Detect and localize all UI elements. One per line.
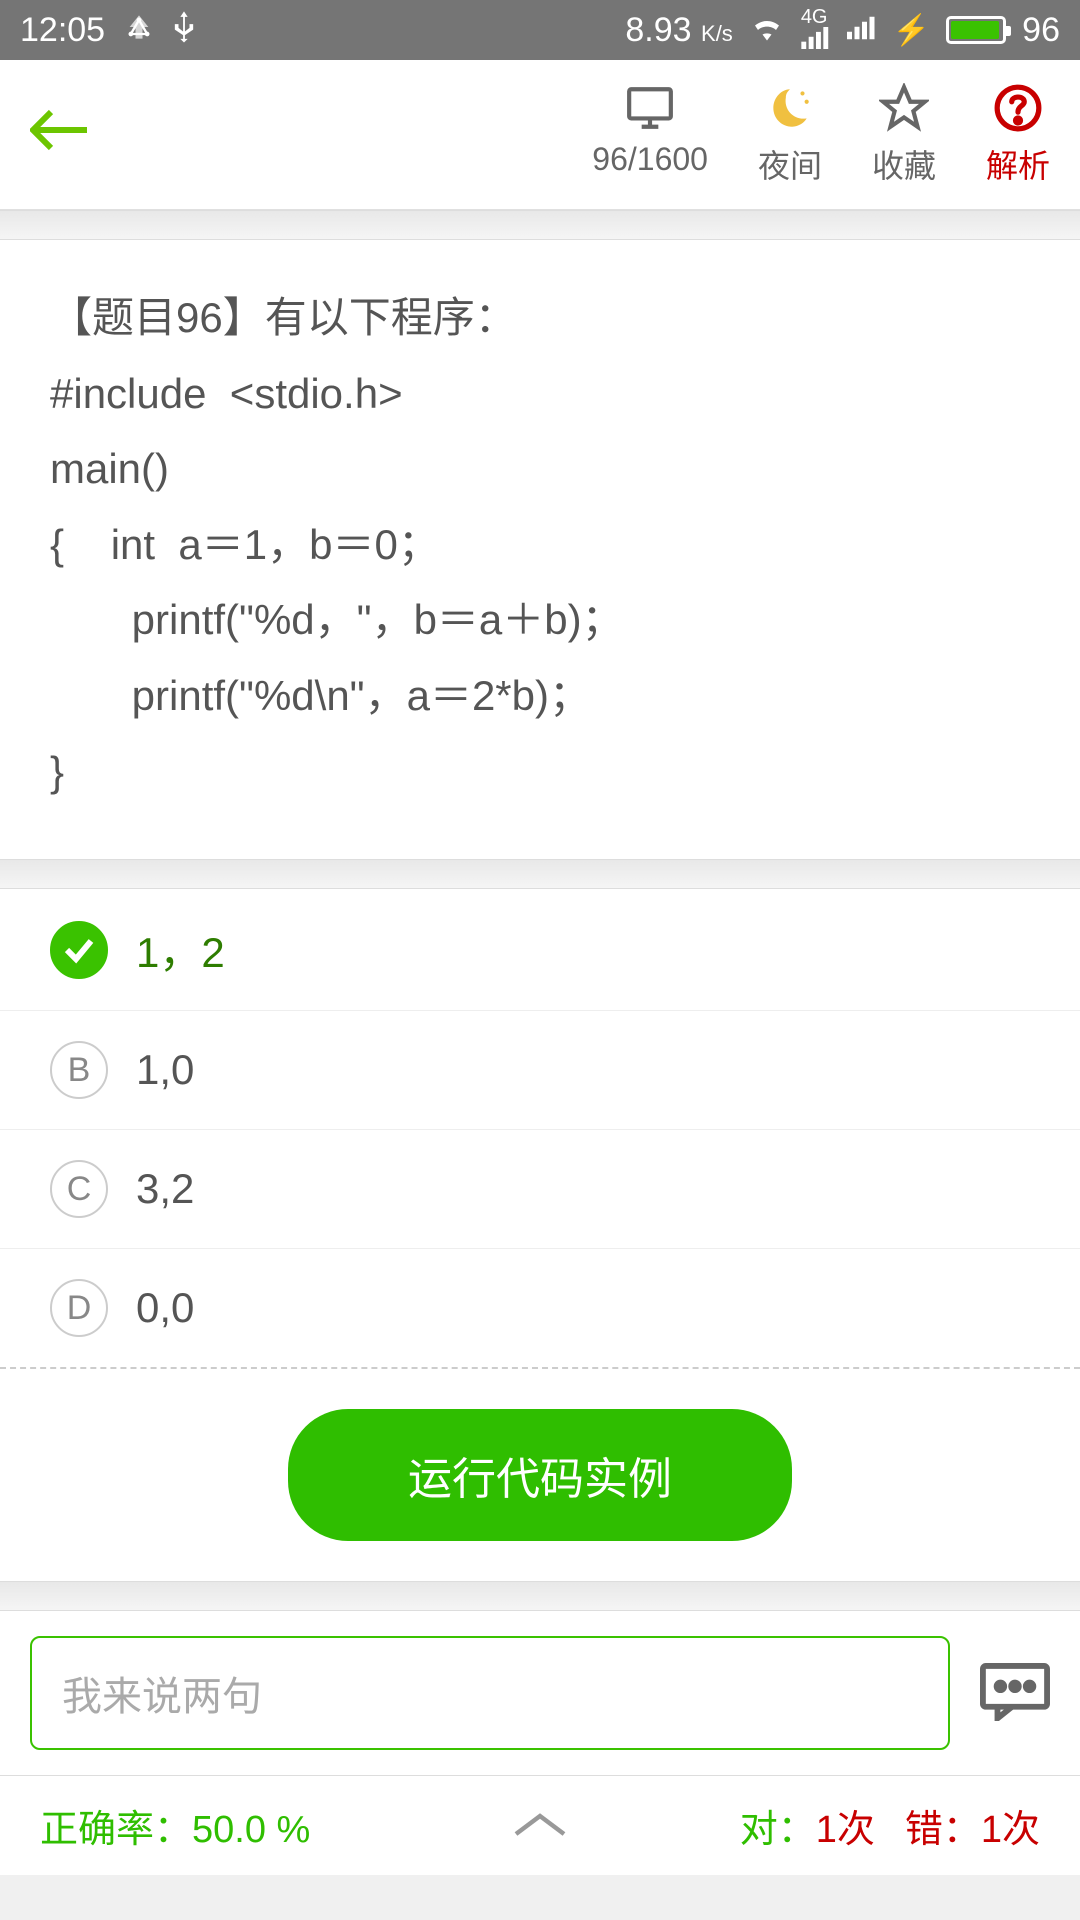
favorite-label: 收藏 xyxy=(872,141,936,187)
code-line: main() xyxy=(50,431,1030,507)
code-line: printf("%d，"，b＝a＋b)； xyxy=(50,582,1030,658)
back-button[interactable] xyxy=(30,100,90,169)
share-icon xyxy=(125,11,153,50)
battery-icon xyxy=(946,16,1006,44)
toolbar: 96/1600 夜间 收藏 解析 xyxy=(0,60,1080,210)
wifi-icon xyxy=(749,11,785,50)
analysis-label: 解析 xyxy=(986,141,1050,187)
option-label: D xyxy=(50,1279,108,1337)
option-text: 3,2 xyxy=(136,1165,194,1213)
run-code-button[interactable]: 运行代码实例 xyxy=(288,1409,792,1541)
code-line: printf("%d\n"，a＝2*b)； xyxy=(50,658,1030,734)
battery-percent: 96 xyxy=(1022,11,1060,50)
correct-stat: 对：1次 xyxy=(740,1798,875,1853)
night-label: 夜间 xyxy=(758,141,822,187)
option-d[interactable]: D 0,0 xyxy=(0,1249,1080,1369)
status-time: 12:05 xyxy=(20,11,105,50)
divider xyxy=(0,210,1080,240)
signal-4g-icon: 4G xyxy=(801,7,831,53)
option-a[interactable]: 1，2 xyxy=(0,889,1080,1011)
option-label: C xyxy=(50,1160,108,1218)
code-line: } xyxy=(50,734,1030,810)
usb-icon xyxy=(173,9,195,52)
stats-bar: 正确率：50.0 % 对：1次 错：1次 xyxy=(0,1775,1080,1875)
charging-icon: ⚡ xyxy=(893,13,930,48)
signal-icon xyxy=(847,11,877,50)
question-section: 【题目96】有以下程序： #include <stdio.h> main() {… xyxy=(0,240,1080,859)
option-b[interactable]: B 1,0 xyxy=(0,1011,1080,1130)
comment-input[interactable]: 我来说两句 xyxy=(30,1636,950,1750)
expand-icon[interactable] xyxy=(510,1801,570,1851)
analysis-button[interactable]: 解析 xyxy=(986,83,1050,187)
favorite-button[interactable]: 收藏 xyxy=(872,83,936,187)
accuracy-stat: 正确率：50.0 % xyxy=(40,1798,310,1853)
chat-icon[interactable] xyxy=(980,1663,1050,1723)
option-text: 1，2 xyxy=(136,919,225,980)
night-mode-button[interactable]: 夜间 xyxy=(758,83,822,187)
counter-button[interactable]: 96/1600 xyxy=(592,83,708,187)
network-speed: 8.93 K/s xyxy=(625,11,732,50)
code-line: { int a＝1，b＝0； xyxy=(50,507,1030,583)
run-button-section: 运行代码实例 xyxy=(0,1369,1080,1581)
option-text: 0,0 xyxy=(136,1284,194,1332)
code-line: #include <stdio.h> xyxy=(50,356,1030,432)
options-section: 1，2 B 1,0 C 3,2 D 0,0 xyxy=(0,889,1080,1369)
divider xyxy=(0,1581,1080,1611)
divider xyxy=(0,859,1080,889)
option-text: 1,0 xyxy=(136,1046,194,1094)
wrong-stat: 错：1次 xyxy=(905,1798,1040,1853)
comment-section: 我来说两句 xyxy=(0,1611,1080,1775)
option-c[interactable]: C 3,2 xyxy=(0,1130,1080,1249)
counter-label: 96/1600 xyxy=(592,141,708,178)
option-label: B xyxy=(50,1041,108,1099)
question-title: 【题目96】有以下程序： xyxy=(50,280,1030,356)
status-bar: 12:05 8.93 K/s 4G ⚡ 96 xyxy=(0,0,1080,60)
check-icon xyxy=(50,921,108,979)
